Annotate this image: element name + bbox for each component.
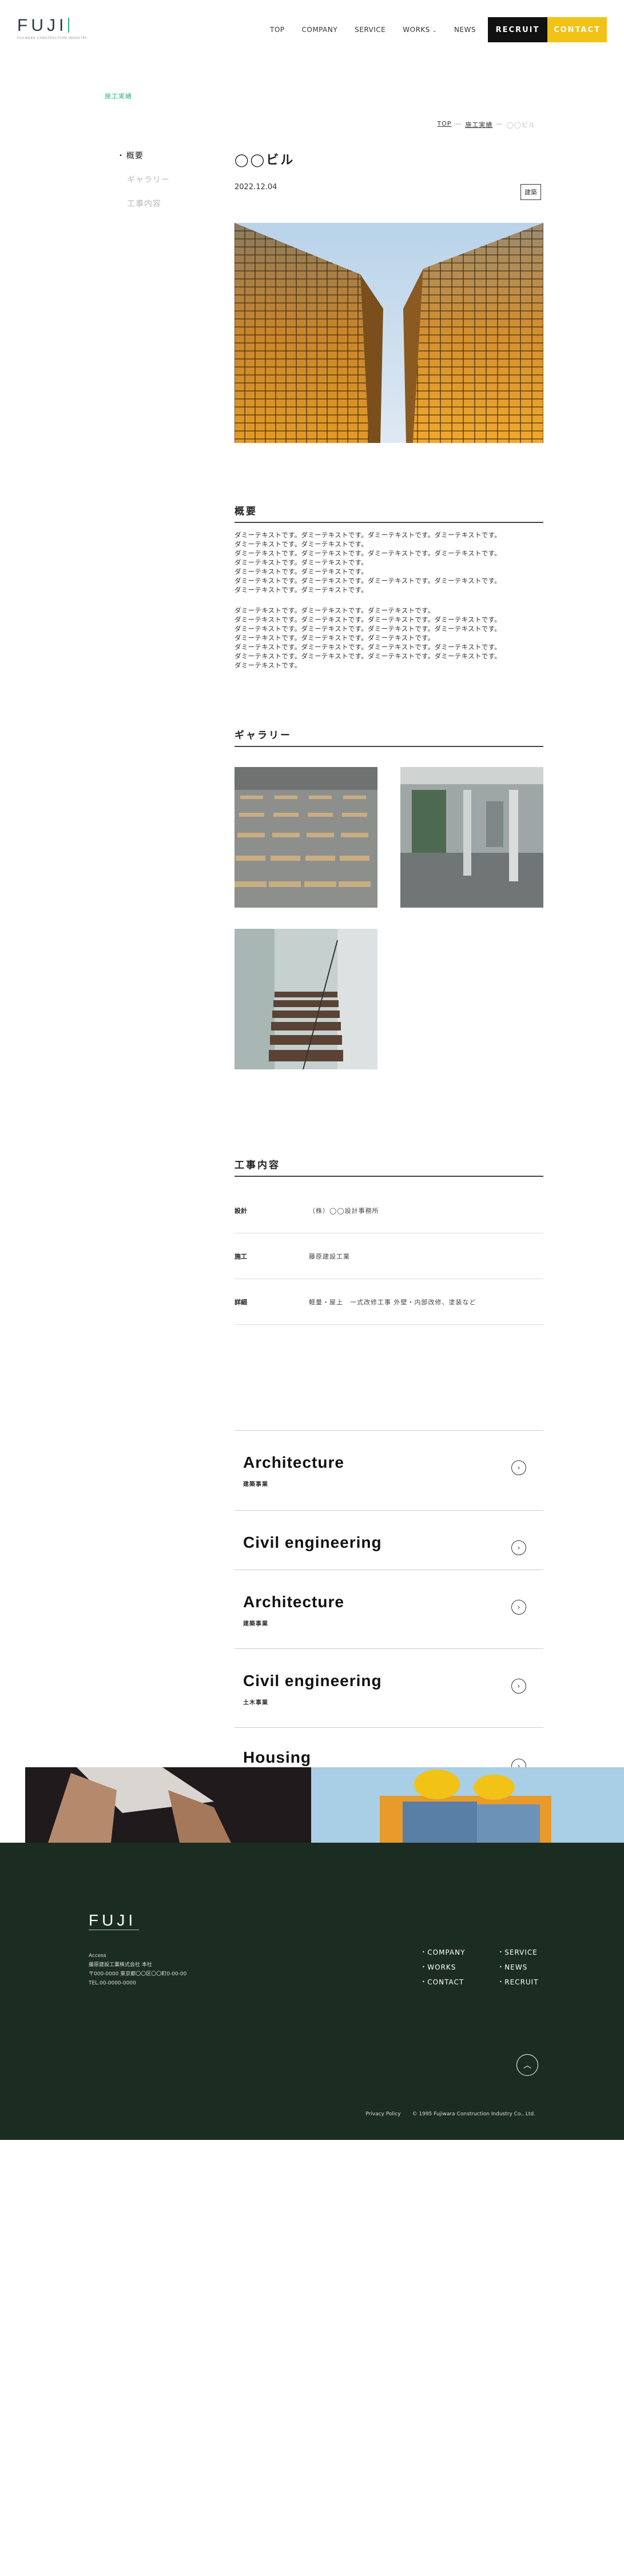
- footer-link-recruit[interactable]: RECRUIT: [499, 1978, 551, 1986]
- chevron-down-icon: ⌄: [432, 28, 437, 34]
- service-subtitle: 建築事業: [243, 1481, 268, 1488]
- nav-news[interactable]: NEWS: [454, 26, 476, 34]
- copyright: © 1995 Fujiwara Construction Industry Co…: [412, 2111, 535, 2117]
- overview-line: ダミーテキストです。ダミーテキストです。: [235, 540, 368, 548]
- nav-works[interactable]: WORKS ⌄: [403, 26, 437, 34]
- service-title: Housing: [243, 1748, 311, 1766]
- overview-line: ダミーテキストです。ダミーテキストです。ダミーテキストです。ダミーテキストです。: [235, 652, 502, 660]
- banner-image-workers: [311, 1767, 624, 1843]
- breadcrumb-top[interactable]: TOP: [437, 120, 451, 129]
- logo-subtitle: FUJIWARA CONSTRUCTION INDUSTRY: [17, 37, 88, 40]
- footer-bottom: Privacy Policy © 1995 Fujiwara Construct…: [365, 2111, 535, 2117]
- footer-link-works[interactable]: WORKS: [422, 1963, 499, 1971]
- page-heading: 施工実績: [105, 93, 132, 100]
- gallery-image-corridor[interactable]: [400, 767, 543, 908]
- footer-nav: COMPANY SERVICE WORKS NEWS CONTACT RECRU…: [422, 1948, 551, 1986]
- footer-link-service[interactable]: SERVICE: [499, 1948, 551, 1956]
- address-line: Access: [89, 1953, 106, 1959]
- nav-service[interactable]: SERVICE: [355, 26, 385, 34]
- details-value: （株）◯◯設計事務所: [309, 1207, 379, 1215]
- address-line: 〒000-0000 東京都〇〇区〇〇町0-00-00: [89, 1971, 187, 1977]
- details-value: 藤原建設工業: [309, 1252, 350, 1260]
- overview-line: ダミーテキストです。ダミーテキストです。ダミーテキストです。ダミーテキストです。: [235, 577, 502, 585]
- overview-paragraph-2: ダミーテキストです。ダミーテキストです。ダミーテキストです。 ダミーテキストです…: [235, 606, 543, 670]
- service-title: Civil engineering: [243, 1672, 382, 1690]
- arrow-right-icon: ›: [511, 1460, 526, 1475]
- breadcrumb-separator: —: [496, 120, 503, 127]
- overview-line: ダミーテキストです。ダミーテキストです。ダミーテキストです。ダミーテキストです。: [235, 549, 502, 557]
- nav-works-label: WORKS: [403, 26, 430, 34]
- main-nav: TOP COMPANY SERVICE WORKS ⌄ NEWS RECRUIT …: [261, 17, 607, 42]
- footer-logo[interactable]: FUJI: [89, 1911, 136, 1930]
- section-sidebar: 概要 ギャラリー 工事内容: [119, 150, 170, 222]
- footer-link-contact[interactable]: CONTACT: [422, 1978, 499, 1986]
- service-card-civil[interactable]: Civil engineering 土木事業 ›: [235, 1648, 543, 1728]
- arrow-right-icon: ›: [511, 1759, 526, 1767]
- service-card-architecture[interactable]: Architecture 建築事業 ›: [235, 1430, 543, 1510]
- details-label: 施工: [235, 1252, 247, 1260]
- sidebar-item-details[interactable]: 工事内容: [119, 198, 170, 209]
- gallery-heading: ギャラリー: [235, 727, 543, 747]
- nav-top[interactable]: TOP: [270, 26, 285, 34]
- footer-address: Access 藤原建設工業株式会社 本社 〒000-0000 東京都〇〇区〇〇町…: [89, 1951, 186, 1988]
- overview-line: ダミーテキストです。ダミーテキストです。ダミーテキストです。ダミーテキストです。: [235, 616, 502, 624]
- service-subtitle: 建築事業: [243, 1621, 268, 1627]
- recruit-button[interactable]: RECRUIT: [488, 17, 547, 42]
- details-row: 施工 藤原建設工業: [235, 1233, 543, 1279]
- gallery-image-exam-hall[interactable]: [235, 767, 377, 908]
- chevron-up-icon[interactable]: ︿: [516, 2054, 538, 2076]
- service-title: Architecture: [243, 1453, 344, 1471]
- service-card-housing[interactable]: Housing ›: [235, 1727, 543, 1767]
- site-logo[interactable]: FUJI FUJIWARA CONSTRUCTION INDUSTRY: [17, 16, 88, 41]
- privacy-policy-link[interactable]: Privacy Policy: [365, 2111, 400, 2117]
- arrow-right-icon: ›: [511, 1600, 526, 1615]
- details-label: 設計: [235, 1207, 247, 1215]
- details-label: 詳細: [235, 1298, 247, 1306]
- overview-paragraph-1: ダミーテキストです。ダミーテキストです。ダミーテキストです。ダミーテキストです。…: [235, 530, 543, 594]
- service-title: Architecture: [243, 1593, 344, 1611]
- overview-line: ダミーテキストです。ダミーテキストです。ダミーテキストです。: [235, 634, 435, 642]
- breadcrumb-separator: —: [455, 120, 462, 127]
- post-title: ◯◯ビル: [235, 153, 295, 167]
- nav-company[interactable]: COMPANY: [302, 26, 338, 34]
- contact-button[interactable]: CONTACT: [547, 17, 607, 42]
- service-subtitle: 土木事業: [243, 1700, 268, 1706]
- service-card-architecture[interactable]: Architecture 建築事業 ›: [235, 1569, 543, 1650]
- address-line: 藤原建設工業株式会社 本社: [89, 1962, 152, 1968]
- details-value: 軽量・屋上 一式改修工事 外壁・内部改修、塗装など: [309, 1298, 476, 1306]
- details-row: 詳細 軽量・屋上 一式改修工事 外壁・内部改修、塗装など: [235, 1279, 543, 1325]
- overview-line: ダミーテキストです。ダミーテキストです。: [235, 568, 368, 576]
- arrow-right-icon: ›: [511, 1679, 526, 1694]
- post-date: 2022.12.04: [235, 183, 277, 191]
- logo-text: FUJI: [17, 16, 67, 35]
- hero-building-image: [235, 223, 543, 443]
- overview-line: ダミーテキストです。ダミーテキストです。ダミーテキストです。ダミーテキストです。: [235, 531, 502, 539]
- sidebar-item-overview[interactable]: 概要: [119, 150, 170, 161]
- footer-link-news[interactable]: NEWS: [499, 1963, 551, 1971]
- overview-line: ダミーテキストです。ダミーテキストです。ダミーテキストです。ダミーテキストです。: [235, 625, 502, 633]
- gallery-image-staircase[interactable]: [235, 929, 377, 1069]
- overview-line: ダミーテキストです。ダミーテキストです。ダミーテキストです。: [235, 606, 435, 614]
- breadcrumb: TOP — 施工実績 — ◯◯ビル: [437, 120, 535, 129]
- site-header: FUJI FUJIWARA CONSTRUCTION INDUSTRY TOP …: [0, 0, 624, 57]
- overview-line: ダミーテキストです。ダミーテキストです。ダミーテキストです。ダミーテキストです。: [235, 643, 502, 651]
- overview-line: ダミーテキストです。: [235, 661, 301, 669]
- logo-accent-bar: [68, 18, 70, 33]
- overview-line: ダミーテキストです。ダミーテキストです。: [235, 558, 368, 566]
- details-heading: 工事内容: [235, 1157, 543, 1177]
- footer-link-company[interactable]: COMPANY: [422, 1948, 499, 1956]
- overview-line: ダミーテキストです。ダミーテキストです。: [235, 586, 368, 594]
- sidebar-item-gallery[interactable]: ギャラリー: [119, 174, 170, 185]
- service-title: Civil engineering: [243, 1533, 382, 1551]
- service-card-civil[interactable]: Civil engineering ›: [235, 1510, 543, 1569]
- breadcrumb-current: ◯◯ビル: [506, 121, 535, 129]
- category-tag[interactable]: 建築: [520, 184, 541, 200]
- details-row: 設計 （株）◯◯設計事務所: [235, 1188, 543, 1233]
- overview-heading: 概要: [235, 503, 543, 523]
- breadcrumb-works[interactable]: 施工実績: [465, 120, 492, 129]
- site-footer: FUJI Access 藤原建設工業株式会社 本社 〒000-0000 東京都〇…: [0, 1843, 624, 2140]
- banner-image-tablet: [25, 1767, 311, 1843]
- arrow-right-icon: ›: [511, 1540, 526, 1555]
- address-line: TEL.00-0000-0000: [89, 1980, 136, 1986]
